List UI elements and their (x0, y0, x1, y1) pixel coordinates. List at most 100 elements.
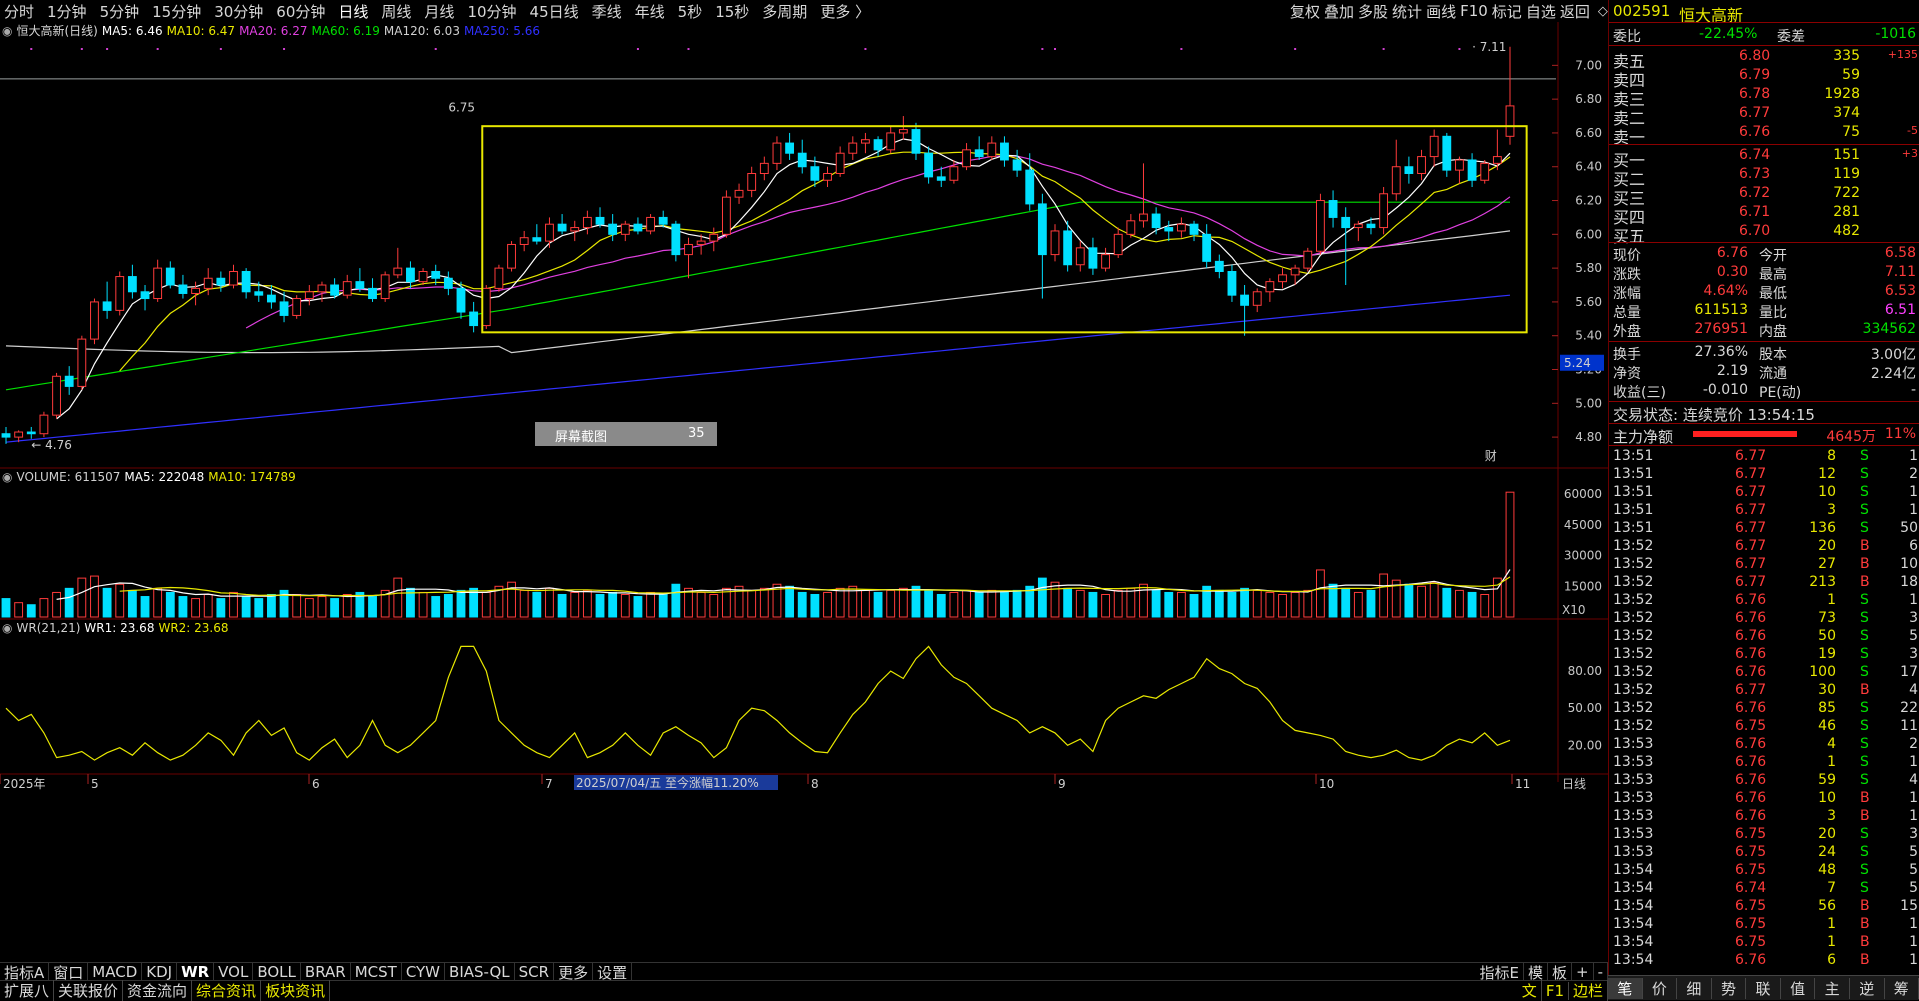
candle-body[interactable] (1304, 251, 1312, 268)
candle-body[interactable] (1430, 136, 1438, 156)
tick-row[interactable]: 13:526.7720B6 (1609, 538, 1919, 556)
candle-body[interactable] (1329, 201, 1337, 218)
indicator-tab-5[interactable]: VOL (214, 963, 253, 981)
period-tab-9[interactable]: 10分钟 (467, 1, 516, 22)
tick-row[interactable]: 13:526.77213B18 (1609, 574, 1919, 592)
candle-body[interactable] (558, 224, 566, 231)
tick-row[interactable]: 13:546.751B1 (1609, 916, 1919, 934)
candle-body[interactable] (1405, 167, 1413, 174)
info-tab-3[interactable]: 综合资讯 (192, 980, 261, 1001)
panel-tab-4[interactable]: 联 (1746, 978, 1781, 999)
candle-body[interactable] (394, 268, 402, 275)
candle-body[interactable] (950, 167, 958, 181)
tick-row[interactable]: 13:536.7524S5 (1609, 844, 1919, 862)
candle-body[interactable] (571, 228, 579, 231)
candle-body[interactable] (647, 217, 655, 231)
indicator-tab-8[interactable]: MCST (351, 963, 402, 981)
info-tab-0[interactable]: 扩展八 (0, 980, 54, 1001)
candle-body[interactable] (343, 282, 351, 296)
info-tab-1[interactable]: 关联报价 (54, 980, 123, 1001)
indicator-right-btn-3[interactable]: + (1572, 963, 1594, 981)
candle-body[interactable] (444, 278, 452, 288)
candle-body[interactable] (15, 432, 23, 437)
tick-row[interactable]: 13:516.7710S1 (1609, 484, 1919, 502)
candle-body[interactable] (1317, 201, 1325, 252)
period-tab-7[interactable]: 周线 (381, 1, 411, 22)
indicator-tab-6[interactable]: BOLL (253, 963, 301, 981)
candle-body[interactable] (798, 153, 806, 167)
bid-row-price[interactable]: 6.74 (1739, 147, 1770, 163)
info-tab-4[interactable]: 板块资讯 (261, 980, 330, 1001)
candle-body[interactable] (419, 272, 427, 282)
tick-row[interactable]: 13:526.76100S17 (1609, 664, 1919, 682)
period-tab-15[interactable]: 多周期 (762, 1, 807, 22)
candle-body[interactable] (583, 217, 591, 227)
candle-body[interactable] (255, 292, 263, 295)
panel-tab-7[interactable]: 逆 (1850, 978, 1885, 999)
candle-body[interactable] (1266, 282, 1274, 292)
period-tab-5[interactable]: 60分钟 (276, 1, 325, 22)
candle-body[interactable] (1342, 217, 1350, 227)
candle-body[interactable] (1152, 214, 1160, 228)
ask-row-price[interactable]: 6.76 (1739, 124, 1770, 140)
candle-body[interactable] (1013, 160, 1021, 170)
chart-svg[interactable]: 7.006.806.606.406.206.005.805.605.405.20… (0, 22, 1608, 962)
period-tab-14[interactable]: 15秒 (715, 1, 749, 22)
candle-body[interactable] (722, 197, 730, 234)
candle-body[interactable] (849, 143, 857, 153)
period-tab-6[interactable]: 日线 (338, 1, 368, 22)
candle-body[interactable] (1493, 157, 1501, 164)
candle-body[interactable] (1038, 204, 1046, 255)
close-icon[interactable]: ◇ (1598, 4, 1608, 19)
candle-body[interactable] (899, 130, 907, 133)
tick-row[interactable]: 13:516.778S1 (1609, 448, 1919, 466)
candle-body[interactable] (204, 278, 212, 288)
candle-body[interactable] (27, 432, 35, 434)
tick-row[interactable]: 13:546.766B1 (1609, 952, 1919, 970)
candle-body[interactable] (78, 339, 86, 386)
candle-body[interactable] (1089, 248, 1097, 268)
candle-body[interactable] (824, 173, 832, 180)
candle-body[interactable] (166, 268, 174, 285)
candle-body[interactable] (748, 173, 756, 190)
bid-row-price[interactable]: 6.70 (1739, 223, 1770, 239)
candle-body[interactable] (280, 302, 288, 316)
tick-row[interactable]: 13:526.7727B10 (1609, 556, 1919, 574)
collapse-icon[interactable]: ◉ (2, 24, 12, 38)
indicator-right-btn-4[interactable]: - (1594, 963, 1608, 981)
candle-body[interactable] (381, 275, 389, 299)
candle-body[interactable] (862, 140, 870, 143)
indicator-tab-3[interactable]: KDJ (142, 963, 177, 981)
candle-body[interactable] (1051, 231, 1059, 255)
period-tab-1[interactable]: 1分钟 (47, 1, 87, 22)
finance-marker[interactable]: 财 (1485, 449, 1497, 463)
info-right-btn-2[interactable]: 边栏 (1569, 980, 1608, 1001)
tick-row[interactable]: 13:546.751B1 (1609, 934, 1919, 952)
candle-body[interactable] (1506, 106, 1514, 136)
candle-body[interactable] (457, 288, 465, 312)
candle-body[interactable] (811, 167, 819, 181)
candle-body[interactable] (141, 292, 149, 299)
candle-body[interactable] (1177, 224, 1185, 231)
candle-body[interactable] (1354, 224, 1362, 227)
candle-body[interactable] (760, 163, 768, 173)
candle-body[interactable] (1026, 170, 1034, 204)
tick-row[interactable]: 13:526.7673S3 (1609, 610, 1919, 628)
candle-body[interactable] (609, 224, 617, 234)
toolbar-btn-0[interactable]: 复权 (1290, 1, 1320, 22)
candle-body[interactable] (925, 153, 933, 177)
tick-row[interactable]: 13:546.7548S5 (1609, 862, 1919, 880)
info-right-btn-1[interactable]: F1 (1542, 982, 1569, 1000)
panel-tab-1[interactable]: 价 (1643, 978, 1678, 999)
collapse-icon[interactable]: ◉ (2, 470, 12, 484)
candle-body[interactable] (179, 285, 187, 293)
candle-body[interactable] (520, 238, 528, 245)
candle-body[interactable] (53, 376, 61, 415)
candle-body[interactable] (1140, 214, 1148, 221)
toolbar-btn-7[interactable]: 自选 (1526, 1, 1556, 22)
candle-body[interactable] (659, 217, 667, 224)
candle-body[interactable] (1468, 160, 1476, 180)
candle-body[interactable] (267, 295, 275, 302)
candle-body[interactable] (596, 217, 604, 224)
candle-body[interactable] (2, 434, 10, 437)
